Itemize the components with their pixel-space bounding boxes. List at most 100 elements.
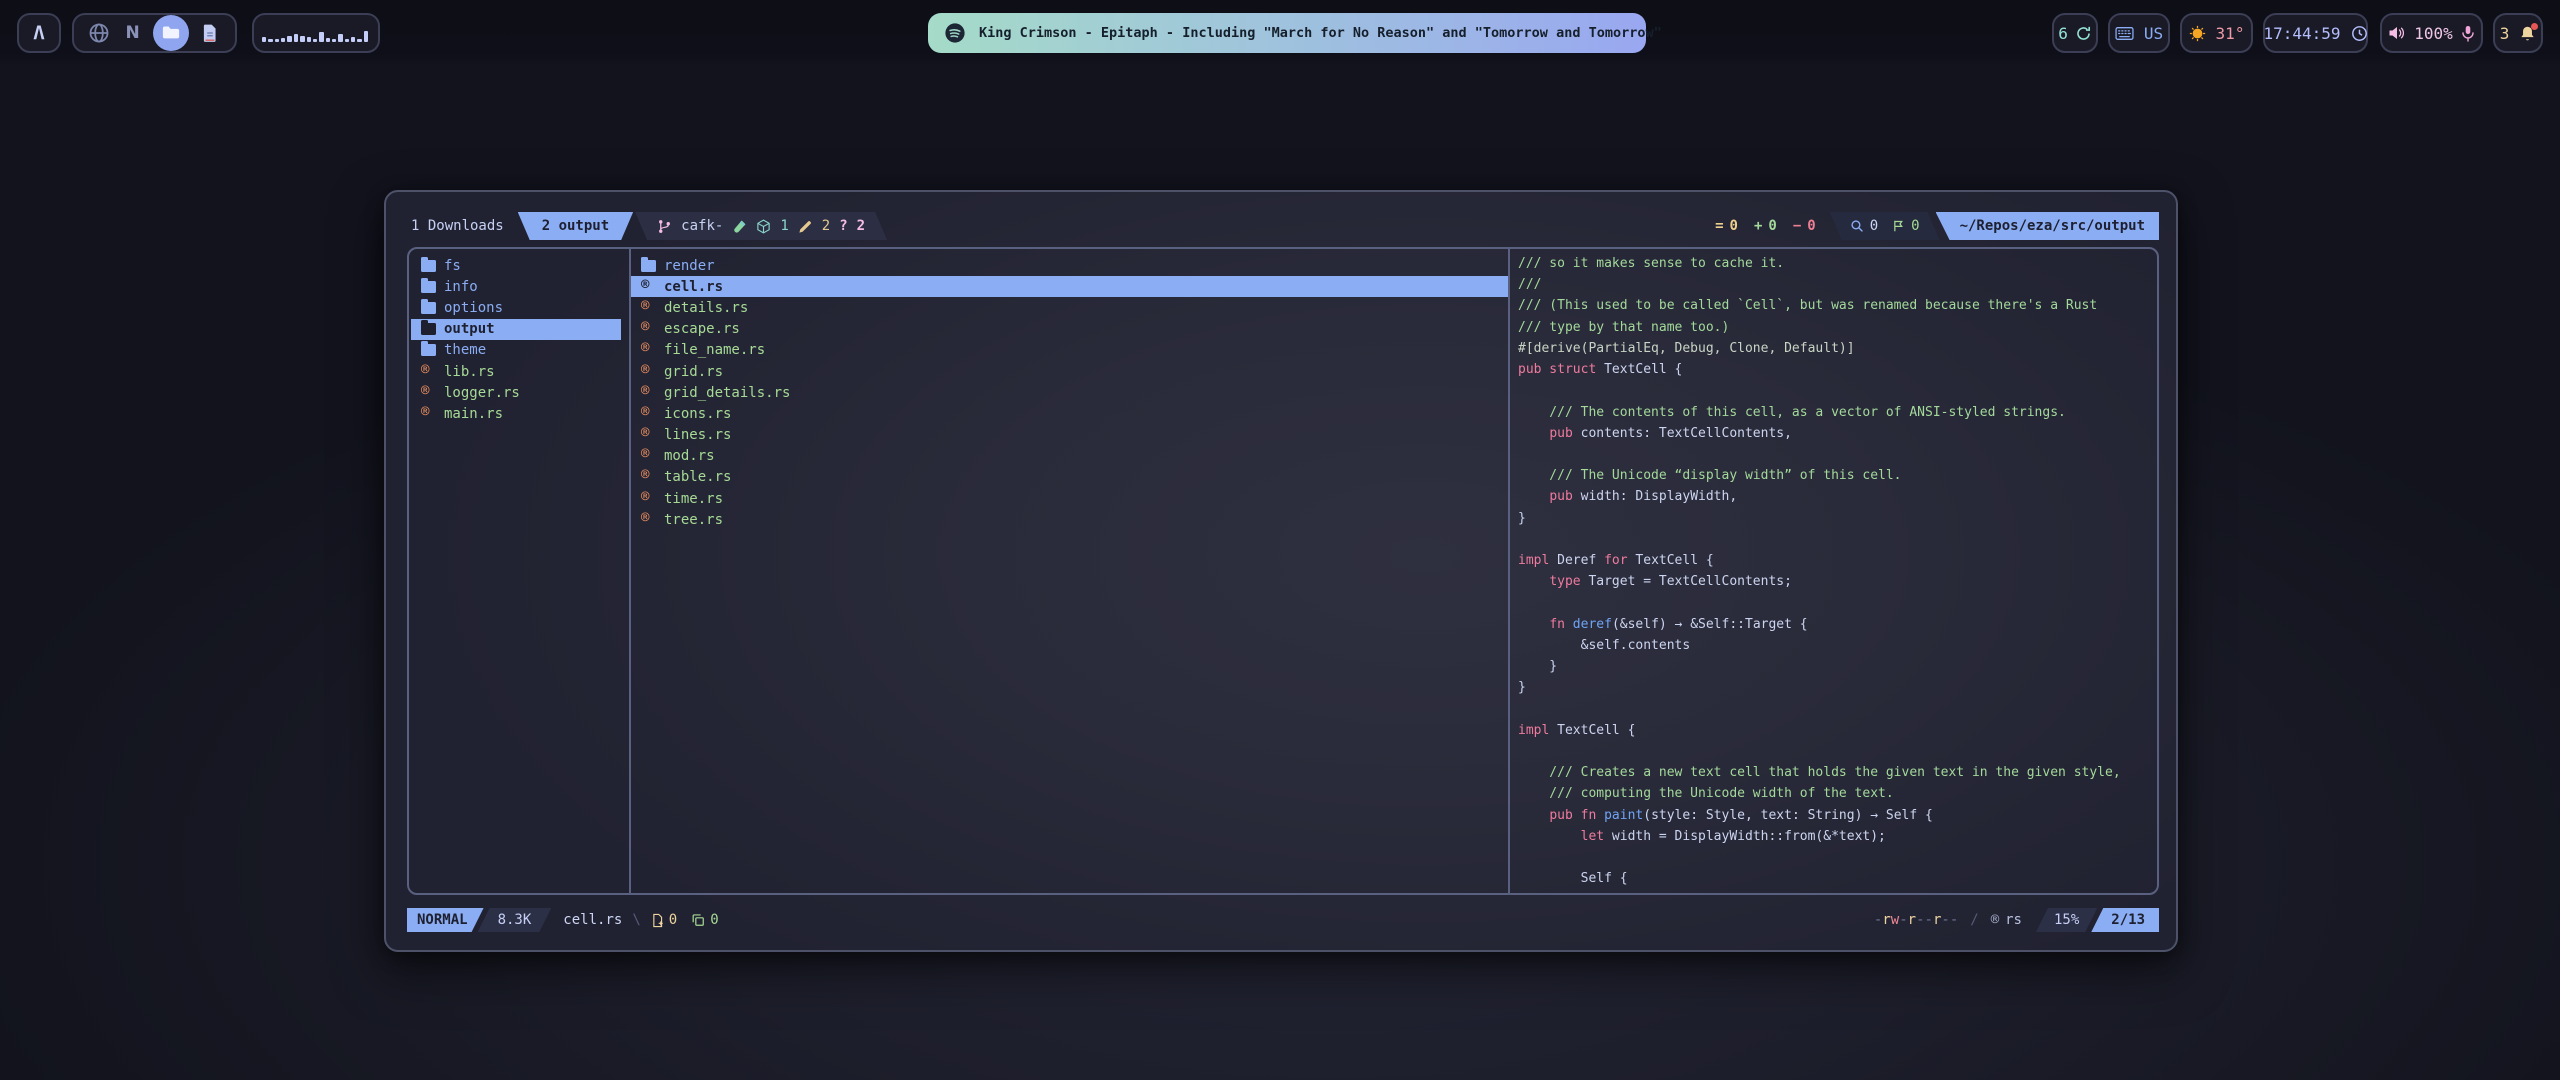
notifications-widget[interactable]: 3 — [2493, 13, 2543, 53]
file-row[interactable]: options — [411, 297, 621, 318]
flag-count: 0 — [1911, 218, 1919, 234]
file-name: table.rs — [664, 469, 731, 485]
folder-icon — [421, 302, 436, 314]
file-row[interactable]: grid_details.rs — [631, 382, 1508, 403]
search-filter-segment: 0 0 — [1830, 212, 1940, 240]
file-name: file_name.rs — [664, 342, 765, 358]
file-row[interactable]: grid.rs — [631, 361, 1508, 382]
file-name: cell.rs — [664, 279, 723, 295]
file-row[interactable]: details.rs — [631, 297, 1508, 318]
file-preview-pane: /// so it makes sense to cache it.//////… — [1510, 249, 2157, 893]
notes-app-icon[interactable]: N — [120, 20, 146, 46]
search-count: 0 — [1870, 218, 1878, 234]
topbar: Λ N — [0, 0, 2560, 66]
rust-file-icon — [641, 514, 656, 526]
minus-icon: − — [1793, 218, 1801, 234]
file-row[interactable]: time.rs — [631, 488, 1508, 509]
file-name: main.rs — [444, 406, 503, 422]
search-icon — [1850, 219, 1864, 233]
file-row[interactable]: logger.rs — [411, 382, 621, 403]
file-row[interactable]: fs — [411, 255, 621, 276]
copy-icon — [691, 913, 705, 927]
file-name: output — [444, 321, 495, 337]
sun-icon — [2189, 25, 2206, 42]
file-name: fs — [444, 258, 461, 274]
file-row[interactable]: info — [411, 276, 621, 297]
parent-directory-pane: fs info options output theme lib.rs logg… — [409, 249, 631, 893]
git-stash-count: 1 — [780, 218, 788, 234]
file-row[interactable]: render — [631, 255, 1508, 276]
tab-downloads[interactable]: 1 Downloads — [407, 212, 516, 240]
rust-file-icon — [421, 366, 436, 378]
file-name: render — [664, 258, 715, 274]
folder-icon — [421, 344, 436, 356]
scroll-percentage: 15% — [2036, 908, 2097, 932]
plus-icon: + — [1754, 218, 1762, 234]
document-app-icon[interactable] — [197, 20, 223, 46]
file-row[interactable]: mod.rs — [631, 446, 1508, 467]
file-row[interactable]: output — [411, 319, 621, 340]
equal-icon: = — [1715, 218, 1723, 234]
clock-time: 17:44:59 — [2263, 24, 2340, 43]
file-row[interactable]: lines.rs — [631, 425, 1508, 446]
backslash-separator: \ — [632, 912, 640, 928]
volume-widget[interactable]: 100% — [2380, 13, 2483, 53]
file-row[interactable]: main.rs — [411, 403, 621, 424]
cursor-position: 2/13 — [2091, 908, 2159, 932]
file-row[interactable]: table.rs — [631, 467, 1508, 488]
folder-icon — [161, 23, 181, 43]
test-tube-icon — [732, 219, 747, 234]
launcher-button[interactable]: Λ — [17, 13, 61, 53]
file-name: lib.rs — [444, 364, 495, 380]
git-modified-count: 2 — [822, 218, 830, 234]
panes-container: fs info options output theme lib.rs logg… — [407, 247, 2159, 895]
removed-count: 0 — [1807, 218, 1815, 234]
file-row[interactable]: cell.rs — [631, 276, 1508, 297]
file-manager-dock-icon[interactable] — [153, 15, 189, 51]
keyboard-icon — [2115, 26, 2134, 41]
tab-output[interactable]: 2 output — [518, 212, 633, 240]
file-name: tree.rs — [664, 512, 723, 528]
file-row[interactable]: theme — [411, 340, 621, 361]
breadcrumb-path[interactable]: ~/Repos/eza/src/output — [1936, 212, 2159, 240]
now-playing-title: King Crimson - Epitaph - Including "Marc… — [979, 25, 1662, 41]
weather-widget[interactable]: 31° — [2180, 13, 2253, 53]
file-plus-icon — [651, 913, 664, 928]
rust-lang-icon: ® — [1991, 912, 1999, 928]
rust-file-icon — [641, 450, 656, 462]
update-refresh-icon — [2075, 25, 2092, 42]
folder-icon — [421, 281, 436, 293]
git-branch-icon — [657, 219, 672, 234]
updates-widget[interactable]: 6 — [2052, 13, 2098, 53]
rust-file-icon — [641, 493, 656, 505]
tabbar-spacer — [887, 212, 1715, 240]
browser-globe-icon[interactable] — [86, 20, 112, 46]
now-playing-widget[interactable]: King Crimson - Epitaph - Including "Marc… — [928, 13, 1646, 53]
keyboard-layout-label: US — [2144, 24, 2163, 43]
folder-icon — [421, 323, 436, 335]
status-bar: NORMAL 8.3K cell.rs \ 0 0 -rw-r--r-- — [407, 908, 2159, 932]
speaker-icon — [2388, 25, 2406, 41]
document-icon — [201, 23, 219, 43]
git-status-segment: cafk- 1 2 ? 2 — [635, 212, 887, 240]
rust-file-icon — [641, 344, 656, 356]
clock-widget[interactable]: 17:44:59 — [2263, 13, 2368, 53]
rust-file-icon — [641, 387, 656, 399]
file-row[interactable]: file_name.rs — [631, 340, 1508, 361]
rust-file-icon — [641, 429, 656, 441]
clock-icon — [2351, 25, 2368, 42]
file-row[interactable]: tree.rs — [631, 509, 1508, 530]
slash-separator: / — [1970, 912, 1978, 928]
file-row[interactable]: lib.rs — [411, 361, 621, 382]
git-untracked-count: 2 — [857, 218, 865, 234]
file-row[interactable]: escape.rs — [631, 319, 1508, 340]
created-count: 0 — [669, 912, 677, 928]
keyboard-layout-widget[interactable]: US — [2108, 13, 2170, 53]
current-directory-pane: render cell.rs details.rs escape.rs file… — [631, 249, 1510, 893]
file-name: details.rs — [664, 300, 748, 316]
rust-file-icon — [641, 323, 656, 335]
audio-visualizer — [252, 13, 380, 53]
file-manager-window: 1 Downloads 2 output cafk- — [384, 190, 2178, 952]
file-row[interactable]: icons.rs — [631, 403, 1508, 424]
rust-file-icon — [641, 302, 656, 314]
